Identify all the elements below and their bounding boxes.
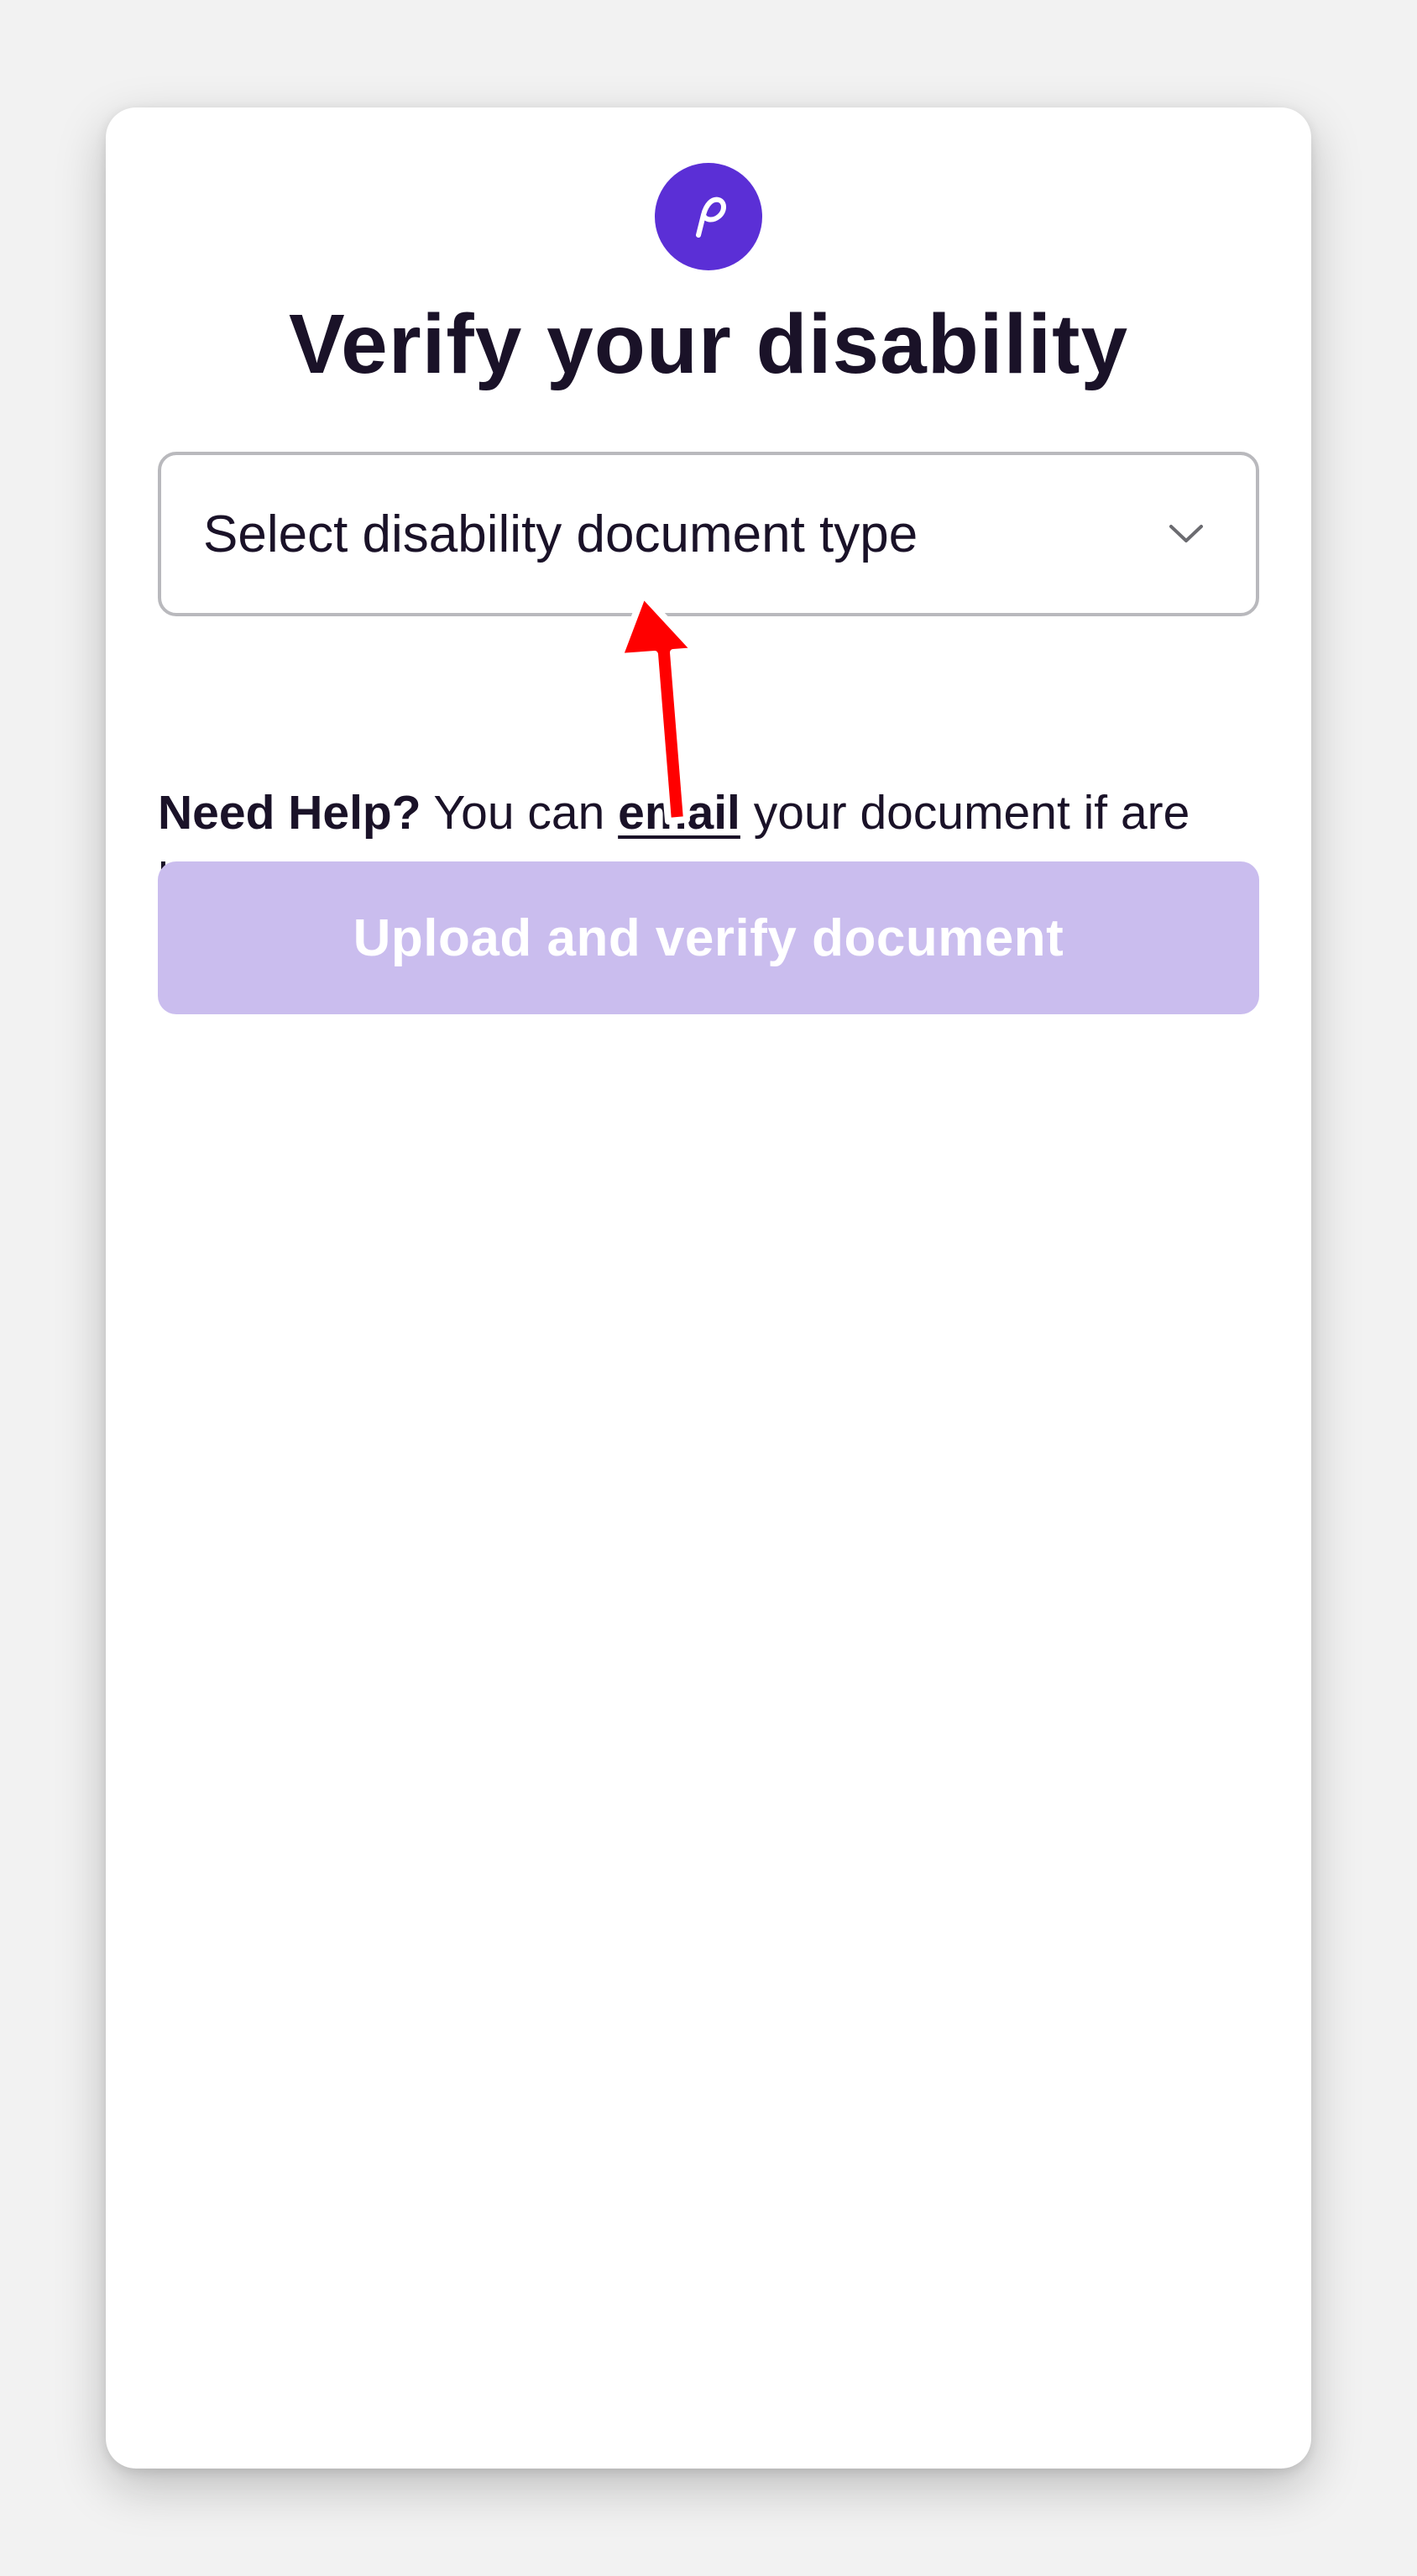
document-type-select[interactable]: Select disability document type (158, 452, 1259, 616)
chevron-down-icon (1165, 521, 1207, 547)
help-heading: Need Help? (158, 786, 421, 840)
help-text-before: You can (421, 786, 619, 840)
select-placeholder: Select disability document type (203, 505, 918, 563)
brand-logo-icon (655, 163, 762, 270)
verification-card: Verify your disability Select disability… (106, 107, 1311, 2469)
email-link[interactable]: email (618, 786, 740, 840)
page-title: Verify your disability (288, 297, 1129, 391)
upload-verify-button[interactable]: Upload and verify document (158, 861, 1259, 1014)
